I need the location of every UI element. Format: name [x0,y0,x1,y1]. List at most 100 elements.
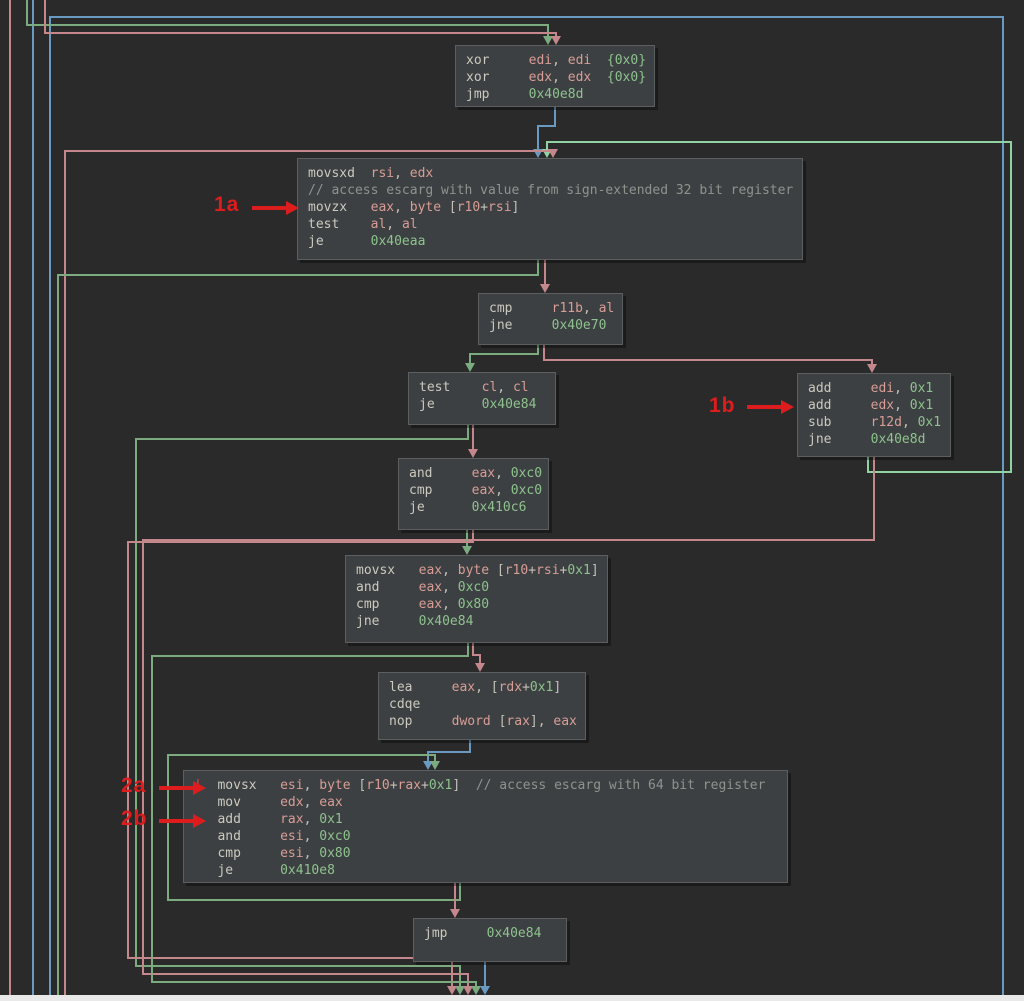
constant-operand: 0x40e84 [481,397,537,412]
instruction-line[interactable]: jne 0x40e8d [808,431,940,448]
register-operand: rax [280,812,304,827]
instruction-line[interactable]: and esi, 0xc0 [194,828,777,845]
annotation-arrow-tip-1b [781,400,794,414]
constant-operand: 0x40e84 [418,614,474,629]
instruction-line[interactable]: and eax, 0xc0 [409,465,542,482]
instruction-line[interactable]: jne 0x40e84 [356,613,597,630]
mnemonic: test [308,217,340,232]
basic-block-movsx-64bit-loop[interactable]: ! movsx esi, byte [r10+rax+0x1] // acces… [183,770,788,883]
register-operand: eax [451,680,476,695]
punctuation: , [303,778,320,793]
punctuation: , [894,381,910,396]
punctuation [432,483,471,498]
punctuation: + [480,200,489,215]
punctuation: , [303,829,320,844]
mnemonic: xor [466,53,490,68]
instruction-line[interactable]: je 0x410e8 [194,862,777,879]
basic-block-add-counters[interactable]: add edi, 0x1 add edx, 0x1 sub r12d, 0x1 jne… [797,373,951,457]
punctuation: + [528,563,537,578]
register-operand: al [401,217,418,232]
mnemonic: cmp [356,597,380,612]
punctuation: , [552,70,568,85]
basic-block-lea[interactable]: lea eax, [rdx+0x1] cdqe nop dword [rax], e… [378,672,586,740]
instruction-line[interactable]: cdqe [389,696,575,713]
instruction-line[interactable]: nop dword [rax], eax [389,713,577,730]
register-operand: esi [280,829,304,844]
punctuation [347,200,370,215]
punctuation: ] [511,200,520,215]
instruction-line[interactable]: xor edx, edx {0x0} [466,69,647,86]
instruction-line[interactable]: mov edx, eax [194,794,777,811]
register-operand: eax [418,563,443,578]
instruction-line[interactable]: cmp eax, 0x80 [356,596,597,613]
instruction-line[interactable]: add rax, 0x1 [194,811,777,828]
register-operand: edi [567,53,592,68]
constant-operand: 0x1 [909,381,934,396]
basic-block-cmp-r11b[interactable]: cmp r11b, al jne 0x40e70 [478,293,623,345]
edge-entry-true-into-xor-arrowhead [543,36,553,45]
punctuation [194,846,217,861]
basic-block-test-cl[interactable]: test cl, cl je 0x40e84 [408,372,556,425]
register-operand: edx [870,398,895,413]
annotation-label-1a: 1a [214,193,240,216]
basic-block-and-c0[interactable]: and eax, 0xc0 cmp eax, 0xc0 je 0x410c6 [398,458,549,530]
punctuation: ], [529,714,554,729]
punctuation: , [894,398,910,413]
punctuation [355,166,371,181]
register-operand: eax [418,597,443,612]
register-operand: esi [280,778,304,793]
mnemonic: jmp [424,926,448,941]
punctuation [831,432,870,447]
register-operand: dword [451,714,491,729]
instruction-line[interactable]: je 0x40eaa [308,233,792,250]
punctuation [241,812,280,827]
instruction-line[interactable]: sub r12d, 0x1 [808,414,941,431]
instruction-line[interactable]: // access escarg with value from sign-ex… [308,182,793,199]
annotation-arrow-tip-1a [286,201,299,215]
punctuation: , [442,597,458,612]
basic-block-jmp-tail[interactable]: jmp 0x40e84 [413,918,567,962]
constant-operand: {0x0} [606,53,647,68]
punctuation [425,500,472,515]
constant-operand: {0x0} [606,70,647,85]
constant-operand: 0xc0 [510,483,543,498]
instruction-line[interactable]: je 0x40e84 [419,396,545,413]
edge-64bit-fall-to-jmp-arrowhead [450,909,460,918]
instruction-line[interactable]: cmp r11b, al [489,300,614,317]
instruction-line[interactable]: add edx, 0x1 [808,397,940,414]
constant-operand: 0x410e8 [280,863,335,878]
instruction-line[interactable]: movsxd rsi, edx [308,165,792,182]
constant-operand: 0x80 [457,597,490,612]
punctuation [831,398,870,413]
instruction-line[interactable]: jmp 0x40e84 [424,925,556,942]
instruction-line[interactable]: jne 0x40e70 [489,317,612,334]
punctuation [489,87,528,102]
instruction-line[interactable]: cmp eax, 0xc0 [409,482,542,499]
basic-block-movsx-check[interactable]: movsx eax, byte [r10+rsi+0x1] and eax, 0x… [345,555,608,643]
basic-block-xor-entry[interactable]: xor edi, edi {0x0} xor edx, edx {0x0} jmp … [455,45,655,107]
instruction-line[interactable]: cmp esi, 0x80 [194,845,777,862]
punctuation: , [394,166,410,181]
instruction-line[interactable]: jmp 0x40e8d [466,86,644,103]
instruction-line[interactable]: and eax, 0xc0 [356,579,597,596]
instruction-line[interactable]: xor edi, edi {0x0} [466,52,647,69]
instruction-line[interactable]: add edi, 0x1 [808,380,940,397]
instruction-line[interactable]: movzx eax, byte [r10+rsi] [308,199,792,216]
constant-operand: 0xc0 [457,580,490,595]
instruction-line[interactable]: test al, al [308,216,792,233]
instruction-line[interactable]: je 0x410c6 [409,499,538,516]
instruction-line[interactable]: test cl, cl [419,379,545,396]
punctuation: [ [350,778,367,793]
punctuation [489,70,528,85]
instruction-line[interactable]: ! movsx esi, byte [r10+rax+0x1] // acces… [194,777,777,794]
punctuation [591,53,607,68]
constant-operand: 0x40e84 [486,926,542,941]
register-operand: r10 [366,778,390,793]
punctuation: , [901,415,918,430]
register-operand: r10 [456,200,481,215]
instruction-line[interactable]: movsx eax, byte [r10+rsi+0x1] [356,562,599,579]
edge-check-false-to-lea-arrowhead [475,663,485,672]
basic-block-loop-head-movsxd[interactable]: movsxd rsi, edx// access escarg with val… [297,158,803,260]
punctuation [447,926,486,941]
instruction-line[interactable]: lea eax, [rdx+0x1] [389,679,575,696]
